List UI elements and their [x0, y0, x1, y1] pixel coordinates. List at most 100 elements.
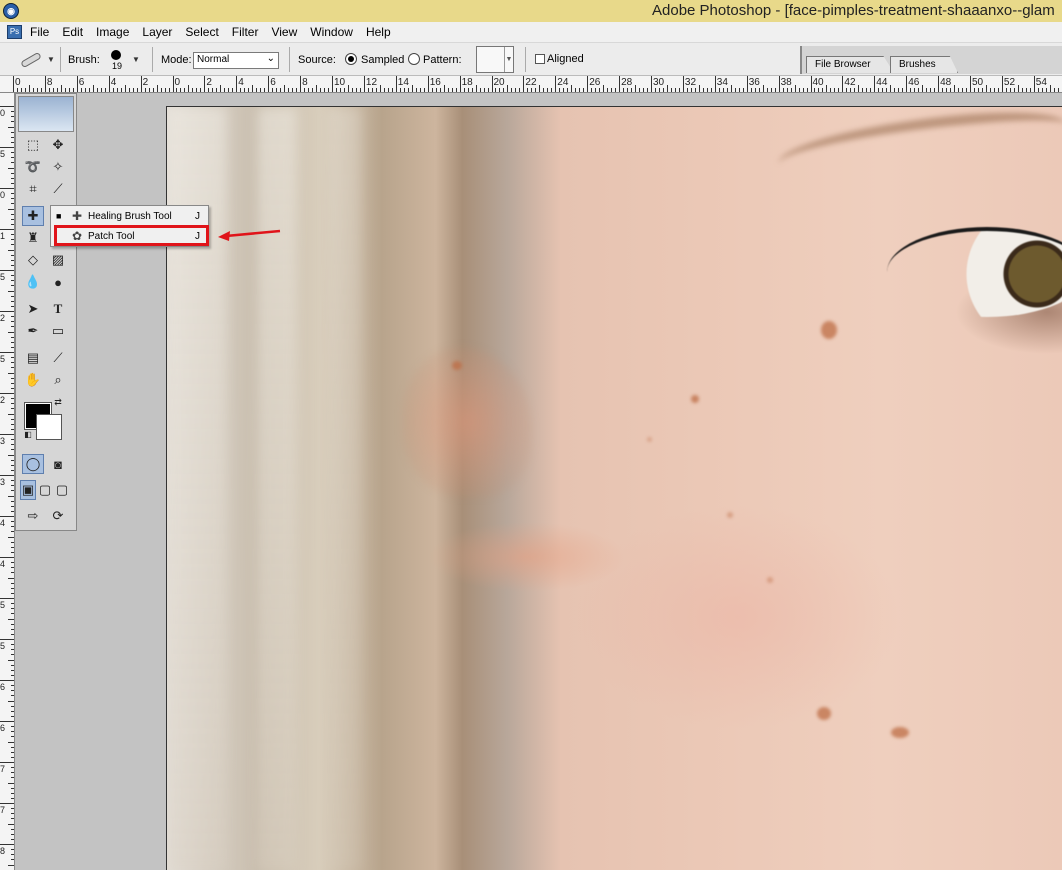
- photoshop-icon[interactable]: ◉: [3, 3, 19, 19]
- ruler-minor-tick: [11, 444, 14, 446]
- document-icon[interactable]: Ps: [7, 25, 22, 39]
- ruler-minor-tick: [527, 88, 529, 92]
- flyout-item-healing-brush[interactable]: ■ ✚ Healing Brush Tool J: [51, 207, 208, 226]
- gradient-icon[interactable]: ▨: [47, 250, 69, 270]
- swap-colors-icon[interactable]: ⇄: [52, 396, 64, 408]
- ruler-minor-tick: [8, 208, 14, 210]
- menu-window[interactable]: Window: [310, 25, 360, 39]
- sampled-radio[interactable]: [345, 53, 357, 65]
- ruler-minor-tick: [902, 88, 904, 92]
- ruler-minor-tick: [228, 88, 230, 92]
- pattern-radio[interactable]: [408, 53, 420, 65]
- menu-view[interactable]: View: [271, 25, 304, 39]
- ruler-minor-tick: [260, 88, 262, 92]
- ruler-minor-tick: [11, 572, 14, 574]
- clone-stamp-icon[interactable]: ♜: [22, 228, 44, 248]
- type-icon[interactable]: T: [47, 299, 69, 319]
- slice-icon[interactable]: ⟋: [47, 179, 69, 199]
- chevron-down-icon[interactable]: ▼: [47, 55, 55, 64]
- ruler-label: 48: [940, 77, 952, 88]
- jump-to-icon[interactable]: ⟳: [47, 506, 69, 526]
- ruler-tick: [0, 434, 14, 435]
- tab-file-browser[interactable]: File Browser: [806, 56, 894, 73]
- menu-image[interactable]: Image: [96, 25, 136, 39]
- notes-icon[interactable]: ▤: [22, 348, 44, 368]
- blur-icon[interactable]: 💧: [22, 272, 44, 292]
- standard-mode-icon[interactable]: ◯: [22, 454, 44, 474]
- ruler-minor-tick: [11, 746, 14, 748]
- ruler-minor-tick: [36, 88, 38, 92]
- default-colors-icon[interactable]: ◧: [22, 428, 34, 440]
- hand-icon[interactable]: ✋: [22, 370, 44, 390]
- zoom-icon[interactable]: ⌕: [47, 370, 69, 390]
- ruler-minor-tick: [403, 88, 405, 92]
- eyedropper-icon[interactable]: ⟋: [47, 348, 69, 368]
- brush-dropdown-icon[interactable]: ▼: [132, 55, 140, 64]
- standard-screen-icon[interactable]: ▣: [20, 480, 36, 500]
- ruler-minor-tick: [894, 88, 896, 92]
- ruler-minor-tick: [11, 690, 14, 692]
- horizontal-ruler[interactable]: 0 8 6 4 2 0 2 4 6 8 10 12 14 16 18 20 22 24 26 28 30 32 34 36 38…: [0, 76, 1062, 93]
- ruler-minor-tick: [11, 490, 14, 492]
- full-screen-menu-icon[interactable]: ▢: [37, 480, 53, 500]
- document-image[interactable]: [166, 106, 1062, 870]
- lasso-icon[interactable]: ➰: [22, 157, 44, 177]
- tab-brushes[interactable]: Brushes: [890, 56, 958, 73]
- ruler-minor-tick: [272, 88, 274, 92]
- vertical-ruler[interactable]: 0 5 0 1 5 2 5 2 3 3 4 4 5 5 6 6 7 7 8: [0, 93, 15, 870]
- ruler-minor-tick: [499, 88, 501, 92]
- jump-to-imageready-icon[interactable]: ⇨: [22, 506, 44, 526]
- quick-mask-icon[interactable]: ◙: [47, 454, 69, 474]
- ruler-tick: [140, 76, 142, 92]
- menu-file[interactable]: File: [30, 25, 56, 39]
- ruler-minor-tick: [8, 249, 14, 251]
- mode-select[interactable]: Normal ⌄: [193, 52, 279, 69]
- ruler-label: 6: [78, 77, 85, 88]
- menu-edit[interactable]: Edit: [62, 25, 90, 39]
- ruler-minor-tick: [375, 88, 377, 92]
- ruler-minor-tick: [1013, 88, 1015, 92]
- ruler-minor-tick: [11, 111, 14, 113]
- ruler-minor-tick: [11, 264, 14, 266]
- eraser-icon[interactable]: ◇: [22, 250, 44, 270]
- crop-icon[interactable]: ⌗: [22, 179, 44, 199]
- dodge-icon[interactable]: ●: [47, 272, 69, 292]
- chevron-down-icon[interactable]: ▼: [504, 47, 513, 72]
- ruler-label: 30: [653, 77, 665, 88]
- ruler-tick: [332, 76, 333, 92]
- ruler-minor-tick: [11, 398, 14, 400]
- ruler-minor-tick: [463, 88, 465, 92]
- ruler-minor-tick: [11, 305, 14, 307]
- ruler-minor-tick: [666, 85, 668, 92]
- ruler-minor-tick: [136, 88, 138, 92]
- path-selection-icon[interactable]: ➤: [22, 299, 44, 319]
- aligned-checkbox[interactable]: [535, 54, 545, 64]
- ruler-tick: [682, 76, 684, 92]
- ruler-minor-tick: [11, 408, 14, 410]
- tool-preset-icon[interactable]: [18, 51, 44, 69]
- shape-icon[interactable]: ▭: [47, 321, 69, 341]
- ruler-minor-tick: [351, 88, 353, 92]
- menu-layer[interactable]: Layer: [142, 25, 179, 39]
- menu-filter[interactable]: Filter: [232, 25, 266, 39]
- ruler-minor-tick: [359, 88, 361, 92]
- pen-icon[interactable]: ✒: [22, 321, 44, 341]
- background-color-swatch[interactable]: [36, 414, 62, 440]
- ruler-minor-tick: [64, 88, 66, 92]
- menu-help[interactable]: Help: [366, 25, 398, 39]
- magic-wand-icon[interactable]: ✧: [47, 157, 69, 177]
- adobe-online-icon[interactable]: [18, 96, 74, 132]
- ruler-minor-tick: [288, 88, 290, 92]
- ruler-minor-tick: [11, 787, 14, 789]
- marquee-icon[interactable]: ⬚: [22, 135, 44, 155]
- brush-preview-icon[interactable]: [111, 50, 121, 60]
- ruler-minor-tick: [535, 88, 537, 92]
- full-screen-icon[interactable]: ▢: [54, 480, 70, 500]
- move-icon[interactable]: ✥: [47, 135, 69, 155]
- ruler-tick: [13, 76, 14, 92]
- menu-select[interactable]: Select: [185, 25, 225, 39]
- ruler-minor-tick: [8, 331, 14, 333]
- pattern-picker[interactable]: ▼: [476, 46, 514, 73]
- healing-brush-icon[interactable]: ✚: [22, 206, 44, 226]
- ruler-minor-tick: [8, 167, 14, 169]
